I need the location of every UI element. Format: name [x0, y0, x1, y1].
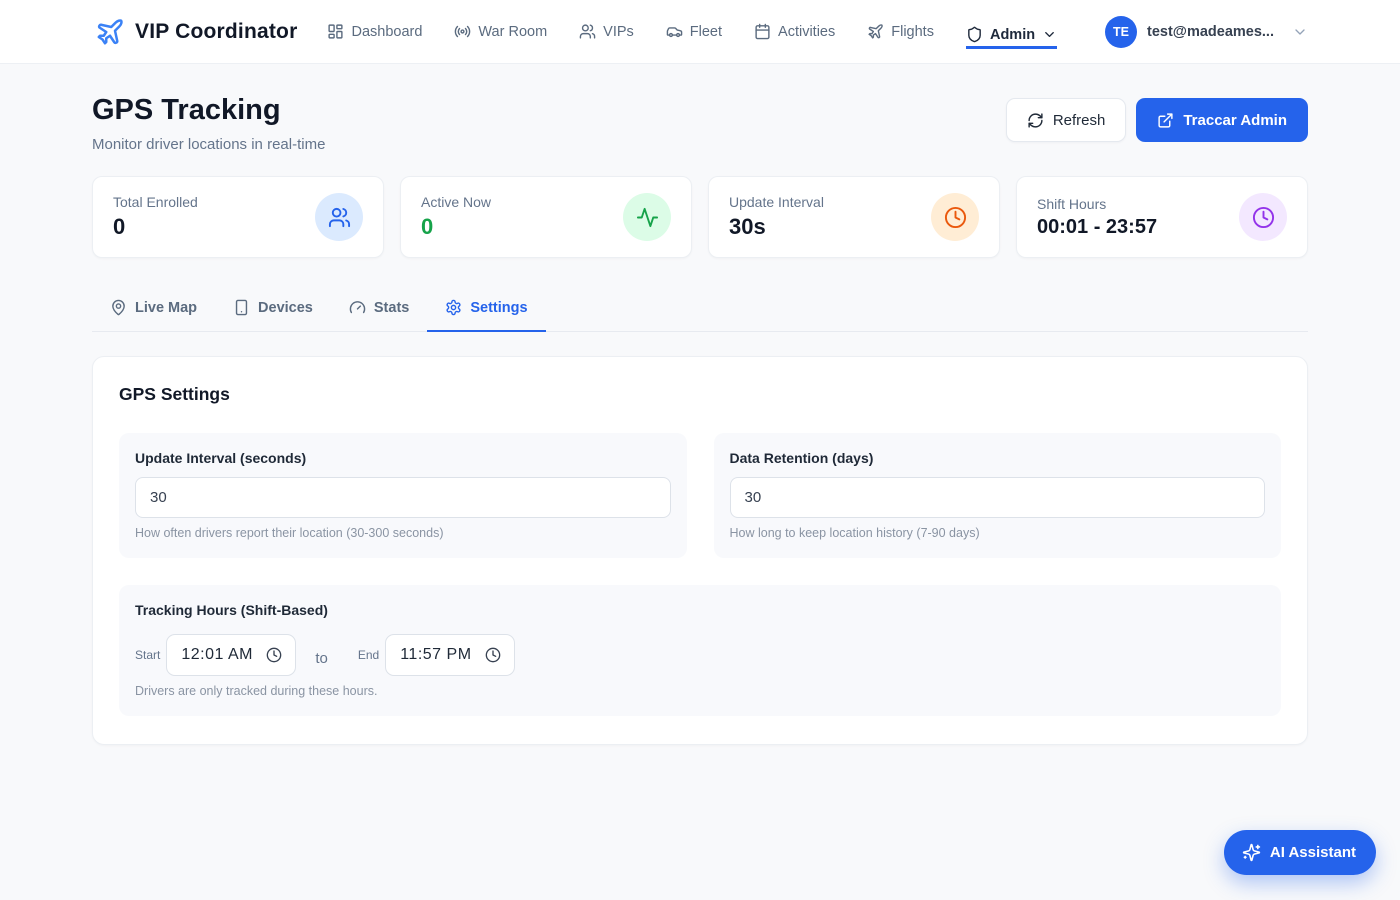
clock-icon: [485, 647, 501, 663]
data-retention-help: How long to keep location history (7-90 …: [730, 526, 1266, 540]
tab-bar: Live Map Devices Stats Settings: [92, 287, 1308, 332]
user-email: test@madeames...: [1147, 24, 1274, 40]
stats-row: Total Enrolled 0 Active Now 0 Update Int…: [92, 176, 1308, 258]
page-header: GPS Tracking Monitor driver locations in…: [92, 94, 1308, 153]
page-title: GPS Tracking: [92, 94, 325, 127]
end-label: End: [358, 648, 379, 662]
gauge-icon: [349, 299, 366, 316]
tracking-hours-help: Drivers are only tracked during these ho…: [135, 684, 1265, 698]
nav-item-vips[interactable]: VIPs: [579, 17, 634, 46]
data-retention-input[interactable]: [730, 477, 1266, 518]
start-time-input[interactable]: 12:01 AM: [166, 634, 296, 676]
radio-icon: [454, 23, 471, 40]
nav-label: War Room: [478, 24, 547, 40]
ai-assistant-button[interactable]: AI Assistant: [1224, 830, 1376, 875]
user-menu[interactable]: TE test@madeames...: [1105, 16, 1308, 48]
nav-item-dashboard[interactable]: Dashboard: [327, 17, 422, 46]
traccar-label: Traccar Admin: [1183, 112, 1287, 129]
update-interval-help: How often drivers report their location …: [135, 526, 671, 540]
tab-label: Devices: [258, 300, 313, 316]
nav-label: VIPs: [603, 24, 634, 40]
nav-label: Dashboard: [351, 24, 422, 40]
stat-label: Active Now: [421, 194, 491, 210]
refresh-label: Refresh: [1053, 112, 1106, 129]
stat-card-total-enrolled: Total Enrolled 0: [92, 176, 384, 258]
data-retention-label: Data Retention (days): [730, 450, 1266, 466]
stat-label: Total Enrolled: [113, 194, 198, 210]
start-label: Start: [135, 648, 160, 662]
stat-card-shift-hours: Shift Hours 00:01 - 23:57: [1016, 176, 1308, 258]
clock-icon: [1239, 193, 1287, 241]
dashboard-icon: [327, 23, 344, 40]
brand-title: VIP Coordinator: [135, 20, 297, 44]
header-actions: Refresh Traccar Admin: [1006, 98, 1308, 142]
stat-card-active-now: Active Now 0: [400, 176, 692, 258]
nav-label: Activities: [778, 24, 835, 40]
to-label: to: [315, 650, 328, 667]
chevron-down-icon: [1292, 24, 1308, 40]
nav-label: Flights: [891, 24, 934, 40]
shield-icon: [966, 26, 983, 43]
refresh-icon: [1027, 112, 1044, 129]
update-interval-input[interactable]: [135, 477, 671, 518]
tab-settings[interactable]: Settings: [427, 287, 545, 332]
external-link-icon: [1157, 112, 1174, 129]
traccar-admin-button[interactable]: Traccar Admin: [1136, 98, 1308, 142]
gear-icon: [445, 299, 462, 316]
gps-settings-card: GPS Settings Update Interval (seconds) H…: [92, 356, 1308, 745]
stat-value: 00:01 - 23:57: [1037, 216, 1157, 239]
nav-label: Fleet: [690, 24, 722, 40]
stat-value: 0: [113, 214, 198, 240]
update-interval-panel: Update Interval (seconds) How often driv…: [119, 433, 687, 558]
tab-label: Live Map: [135, 300, 197, 316]
clock-icon: [266, 647, 282, 663]
users-icon: [315, 193, 363, 241]
nav-links: Dashboard War Room VIPs Fleet Activities…: [327, 17, 1057, 46]
stat-value: 30s: [729, 214, 824, 240]
nav-item-activities[interactable]: Activities: [754, 17, 835, 46]
stat-value: 0: [421, 214, 491, 240]
sparkles-icon: [1242, 843, 1261, 862]
refresh-button[interactable]: Refresh: [1006, 98, 1127, 142]
nav-item-fleet[interactable]: Fleet: [666, 17, 722, 46]
plane-icon: [867, 23, 884, 40]
data-retention-panel: Data Retention (days) How long to keep l…: [714, 433, 1282, 558]
plane-logo-icon: [95, 17, 125, 47]
tab-live-map[interactable]: Live Map: [92, 287, 215, 332]
nav-label: Admin: [990, 27, 1035, 43]
stat-label: Shift Hours: [1037, 196, 1157, 212]
page-subtitle: Monitor driver locations in real-time: [92, 136, 325, 153]
avatar: TE: [1105, 16, 1137, 48]
stat-card-update-interval: Update Interval 30s: [708, 176, 1000, 258]
users-icon: [579, 23, 596, 40]
tab-devices[interactable]: Devices: [215, 287, 331, 332]
top-navbar: VIP Coordinator Dashboard War Room VIPs …: [0, 0, 1400, 64]
nav-item-war-room[interactable]: War Room: [454, 17, 547, 46]
activity-icon: [623, 193, 671, 241]
tab-stats[interactable]: Stats: [331, 287, 427, 332]
brand[interactable]: VIP Coordinator: [95, 17, 297, 47]
settings-title: GPS Settings: [119, 384, 1281, 405]
chevron-down-icon: [1042, 27, 1057, 42]
end-time-value: 11:57 PM: [400, 646, 471, 664]
tracking-hours-panel: Tracking Hours (Shift-Based) Start 12:01…: [119, 585, 1281, 716]
tracking-hours-label: Tracking Hours (Shift-Based): [135, 602, 1265, 618]
stat-label: Update Interval: [729, 194, 824, 210]
clock-icon: [931, 193, 979, 241]
ai-assistant-label: AI Assistant: [1270, 844, 1356, 861]
smartphone-icon: [233, 299, 250, 316]
map-pin-icon: [110, 299, 127, 316]
nav-item-flights[interactable]: Flights: [867, 17, 934, 46]
car-icon: [666, 23, 683, 40]
end-time-input[interactable]: 11:57 PM: [385, 634, 515, 676]
nav-item-admin[interactable]: Admin: [966, 20, 1057, 49]
update-interval-label: Update Interval (seconds): [135, 450, 671, 466]
calendar-icon: [754, 23, 771, 40]
tab-label: Settings: [470, 300, 527, 316]
start-time-value: 12:01 AM: [181, 646, 253, 664]
tab-label: Stats: [374, 300, 409, 316]
